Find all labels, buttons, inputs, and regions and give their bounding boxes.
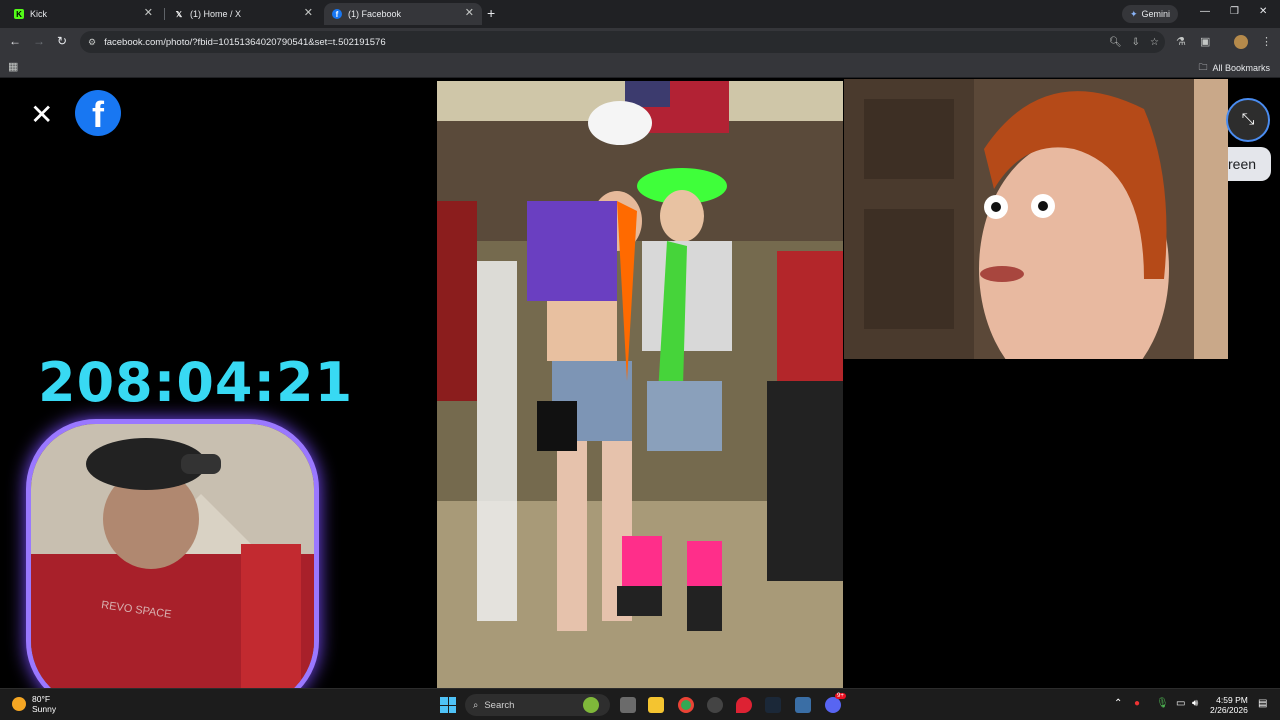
apps-grid-icon[interactable]: ▦ — [8, 60, 18, 73]
clock-time: 4:59 PM — [1216, 695, 1248, 705]
close-window-button[interactable]: ✕ — [1259, 6, 1267, 17]
webcam-graphic — [31, 424, 314, 706]
microphone-icon[interactable]: 🎙︎ — [1156, 698, 1169, 709]
sun-icon — [12, 697, 26, 711]
photo-graphic — [437, 81, 843, 688]
site-info-icon[interactable]: ⚙ — [88, 37, 96, 48]
gemini-label: Gemini — [1141, 9, 1171, 19]
folder-icon: 🗀 — [1198, 62, 1208, 72]
menu-icon[interactable]: ⋮ — [1261, 35, 1272, 48]
weather-widget[interactable]: 80°F Sunny — [12, 694, 56, 714]
close-icon[interactable]: ✕ — [465, 6, 474, 19]
kick-icon: K — [14, 9, 24, 19]
url-text: facebook.com/photo/?fbid=101513640207905… — [104, 36, 386, 48]
tab-label: (1) Home / X — [190, 9, 242, 19]
weather-temp: 80°F — [32, 694, 51, 704]
photo-viewer: ✕ f 208:04:21 ⤡ reen REVO SPACE — [0, 79, 1280, 711]
zoom-icon[interactable]: 🔍︎ — [1109, 37, 1122, 48]
discord-badge: 9+ — [835, 693, 846, 699]
tab-strip: K Kick ✕ 𝕏 (1) Home / X ✕ f (1) Facebook… — [0, 0, 1280, 28]
tab-label: Kick — [30, 9, 48, 19]
collapse-arrows-icon: ⤡ — [1241, 111, 1255, 128]
record-icon[interactable]: ● — [1134, 698, 1140, 709]
facebook-icon: f — [332, 9, 342, 19]
notification-icon[interactable]: ▤ — [1258, 698, 1267, 709]
tab-kick[interactable]: K Kick ✕ — [6, 3, 161, 25]
start-button[interactable] — [440, 697, 456, 713]
network-icon[interactable]: ▭ — [1176, 698, 1185, 709]
overlay-image — [844, 79, 1228, 359]
file-explorer-icon[interactable] — [648, 697, 664, 713]
browser-toolbar: ← → ↻ ⚙ facebook.com/photo/?fbid=1015136… — [0, 28, 1280, 56]
close-icon[interactable]: ✕ — [30, 101, 53, 129]
minimize-button[interactable]: — — [1200, 6, 1210, 17]
profile-avatar[interactable] — [1234, 35, 1248, 49]
gemini-icon: ✦ — [1130, 8, 1138, 19]
all-bookmarks-label: All Bookmarks — [1212, 63, 1270, 73]
steam-icon[interactable] — [765, 697, 781, 713]
search-placeholder: Search — [484, 699, 515, 711]
tab-separator — [164, 8, 165, 20]
overlay-graphic — [844, 79, 1228, 359]
main-photo — [437, 81, 843, 688]
facebook-logo[interactable]: f — [75, 90, 121, 136]
windows-taskbar: 80°F Sunny ⌕ Search 9+ ⌃ ● 🎙︎ ▭ 🔊︎ 4:59 … — [0, 688, 1280, 720]
windows-logo-icon — [440, 697, 448, 705]
restore-button[interactable]: ❐ — [1230, 6, 1239, 17]
forward-button[interactable]: → — [33, 34, 45, 48]
address-bar[interactable]: ⚙ facebook.com/photo/?fbid=1015136402079… — [80, 31, 1165, 53]
system-clock[interactable]: 4:59 PM 2/26/2026 — [1210, 695, 1248, 715]
tab-x[interactable]: 𝕏 (1) Home / X ✕ — [166, 3, 321, 25]
close-icon[interactable]: ✕ — [144, 6, 153, 19]
exit-fullscreen-button[interactable]: ⤡ — [1226, 98, 1270, 142]
discord-icon[interactable] — [825, 697, 841, 713]
all-bookmarks-button[interactable]: 🗀 All Bookmarks — [1198, 60, 1270, 76]
volume-icon[interactable]: 🔊︎ — [1192, 698, 1198, 709]
search-icon: ⌕ — [473, 699, 479, 711]
reload-button[interactable]: ↻ — [57, 34, 67, 48]
maps-pin-icon[interactable] — [736, 697, 752, 713]
fullscreen-tooltip: reen — [1228, 147, 1271, 181]
bookmarks-bar: ▦ 🗀 All Bookmarks — [0, 56, 1280, 78]
new-tab-button[interactable]: + — [487, 5, 495, 21]
back-button[interactable]: ← — [9, 34, 21, 48]
close-icon[interactable]: ✕ — [304, 6, 313, 19]
extensions-icon[interactable]: ⚗ — [1176, 35, 1186, 48]
chrome-icon[interactable] — [678, 697, 694, 713]
bookmark-star-icon[interactable]: ☆ — [1150, 37, 1159, 48]
stream-timer: 208:04:21 — [38, 351, 354, 414]
fullscreen-tooltip-text: reen — [1228, 156, 1257, 172]
clock-date: 2/26/2026 — [1210, 705, 1248, 715]
tab-facebook[interactable]: f (1) Facebook ✕ — [324, 3, 482, 25]
chevron-up-icon[interactable]: ⌃ — [1114, 698, 1122, 709]
copilot-icon[interactable] — [583, 697, 599, 713]
webcam-overlay: REVO SPACE — [26, 419, 319, 711]
x-icon: 𝕏 — [175, 9, 183, 19]
tab-label: (1) Facebook — [348, 9, 402, 19]
weather-condition: Sunny — [32, 704, 57, 714]
side-panel-icon[interactable]: ▣ — [1200, 35, 1210, 48]
shield-icon[interactable] — [795, 697, 811, 713]
task-view-icon[interactable] — [620, 697, 636, 713]
install-icon[interactable]: ⇩ — [1132, 37, 1140, 48]
gemini-button[interactable]: ✦ Gemini — [1122, 5, 1179, 23]
obs-icon[interactable] — [707, 697, 723, 713]
